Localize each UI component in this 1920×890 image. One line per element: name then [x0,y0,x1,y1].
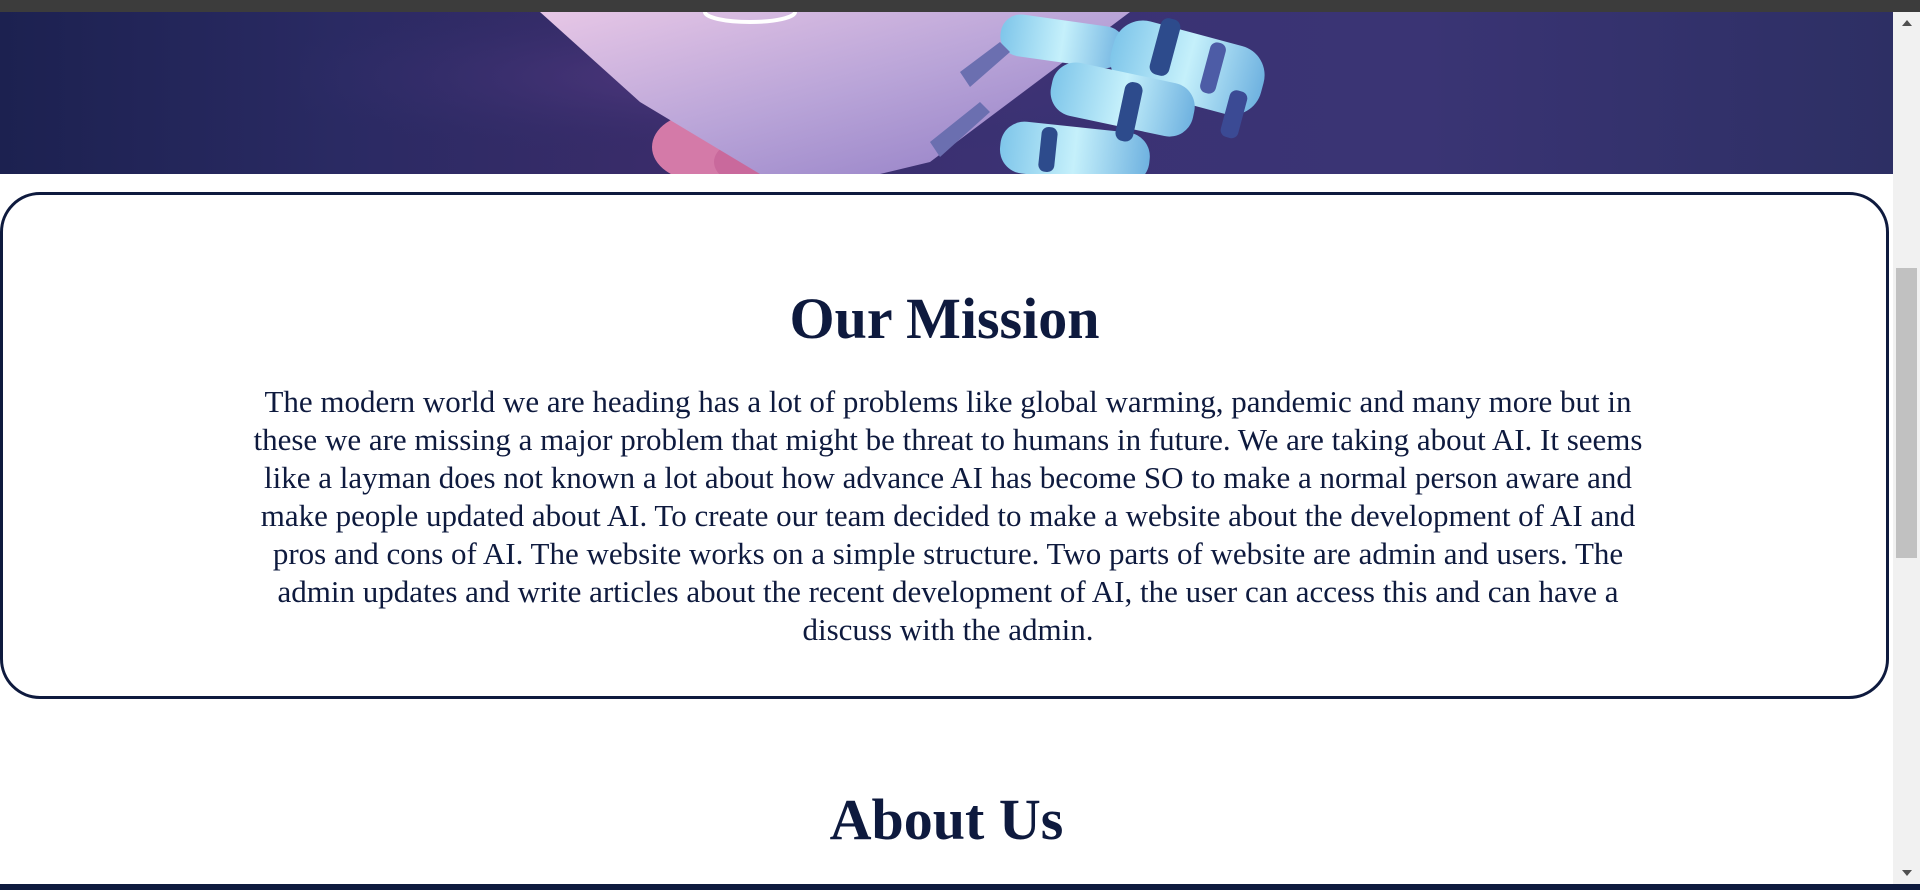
triangle-up-icon [1901,20,1912,26]
mission-title: Our Mission [789,286,1100,351]
scroll-up-button[interactable] [1893,12,1920,34]
scrollbar-thumb[interactable] [1896,268,1917,558]
hero-banner-image [0,12,1893,174]
triangle-down-icon [1901,870,1912,876]
browser-top-bar [0,0,1920,12]
mission-description: The modern world we are heading has a lo… [253,384,1643,647]
mission-card: Our Mission The modern world we are head… [0,192,1889,699]
vertical-scrollbar[interactable] [1893,12,1920,884]
robot-hand-illustration [300,12,1300,174]
about-us-title: About Us [829,787,1064,852]
scroll-down-button[interactable] [1893,862,1920,884]
page-content: Our Mission The modern world we are head… [0,12,1893,884]
footer-strip [0,884,1920,890]
